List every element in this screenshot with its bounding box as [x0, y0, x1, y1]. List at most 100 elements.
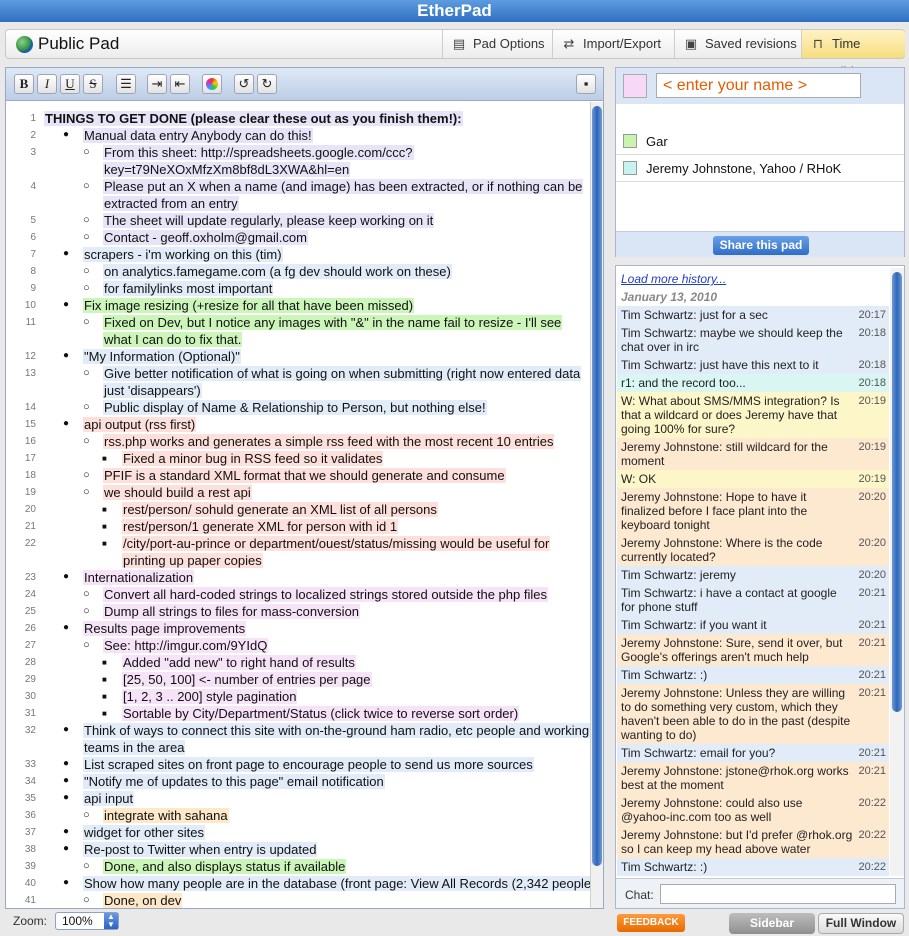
- redo-button[interactable]: ↻: [257, 74, 277, 94]
- share-pad-button[interactable]: Share this pad: [713, 236, 809, 255]
- editor-line[interactable]: we should build a rest api: [103, 484, 252, 501]
- document-icon: ▤: [452, 36, 466, 51]
- line-number: 8: [30, 266, 36, 277]
- zoom-select[interactable]: 100% ▲ ▼: [55, 912, 119, 930]
- bullet-icon: ○: [83, 401, 90, 413]
- editor-line[interactable]: on analytics.famegame.com (a fg dev shou…: [103, 263, 452, 280]
- editor-line[interactable]: api output (rss first): [83, 416, 197, 433]
- underline-button[interactable]: U: [60, 74, 80, 94]
- editor-line[interactable]: Re-post to Twitter when entry is updated: [83, 841, 318, 858]
- import-export-button[interactable]: ⇄ Import/Export: [552, 30, 671, 58]
- full-window-button[interactable]: Full Window: [818, 913, 904, 934]
- editor-line[interactable]: PFIF is a standard XML format that we sh…: [103, 467, 506, 484]
- editor-line[interactable]: Give better notification of what is goin…: [103, 365, 582, 399]
- editor-line[interactable]: [25, 50, 100] <- number of entries per p…: [122, 671, 372, 688]
- editor-line[interactable]: /city/port-au-prince or department/ouest…: [122, 535, 551, 569]
- editor-line[interactable]: integrate with sahana: [103, 807, 229, 824]
- bullet-icon: ●: [63, 622, 70, 633]
- editor-line[interactable]: rest/person/1 generate XML for person wi…: [122, 518, 399, 535]
- editor-line[interactable]: Done, and also displays status if availa…: [103, 858, 347, 875]
- editor-line[interactable]: From this sheet: http://spreadsheets.goo…: [103, 144, 414, 178]
- chat-message-time: 20:20: [858, 491, 886, 503]
- clear-authorship-button[interactable]: [202, 74, 222, 94]
- chat-message-time: 20:18: [858, 359, 886, 371]
- zoom-value: 100%: [62, 914, 93, 928]
- editor-line[interactable]: api input: [83, 790, 135, 807]
- chat-message: Tim Schwartz: i have a contact at google…: [617, 584, 889, 616]
- chat-message: W: OK 20:19: [617, 470, 889, 488]
- editor-line[interactable]: rest/person/ sohuld generate an XML list…: [122, 501, 438, 518]
- chat-message-time: 20:21: [858, 687, 886, 699]
- chat-message-time: 20:21: [858, 637, 886, 649]
- chat-scrollbar[interactable]: [890, 268, 904, 876]
- chat-scroll-thumb[interactable]: [892, 272, 902, 712]
- bullet-icon: ●: [63, 792, 70, 803]
- strikethrough-button[interactable]: S: [83, 74, 103, 94]
- bullet-icon: ●: [63, 843, 70, 854]
- editor-line[interactable]: Dump all strings to files for mass-conve…: [103, 603, 361, 620]
- editor-line[interactable]: Fix image resizing (+resize for all that…: [83, 297, 415, 314]
- undo-button[interactable]: ↺: [234, 74, 254, 94]
- editor-line[interactable]: Manual data entry Anybody can do this!: [83, 127, 313, 144]
- bullet-icon: ●: [63, 758, 70, 769]
- editor-line[interactable]: THINGS TO GET DONE (please clear these o…: [44, 110, 463, 127]
- save-revision-button[interactable]: ▪: [576, 74, 596, 94]
- bullet-icon: ○: [83, 146, 90, 158]
- chevron-updown-icon: ▲ ▼: [104, 913, 118, 929]
- editor-line[interactable]: Please put an X when a name (and image) …: [103, 178, 584, 212]
- editor-line[interactable]: Show how many people are in the database…: [83, 875, 590, 892]
- editor-line[interactable]: Internationalization: [83, 569, 195, 586]
- chat-message-time: 20:17: [858, 309, 886, 321]
- chat-input[interactable]: [660, 884, 896, 904]
- editor-line[interactable]: Fixed on Dev, but I notice any images wi…: [103, 314, 563, 348]
- editor-line[interactable]: Think of ways to connect this site with …: [83, 722, 590, 756]
- editor-line[interactable]: Sortable by City/Department/Status (clic…: [122, 705, 520, 722]
- line-number: 28: [24, 657, 36, 668]
- editor-line[interactable]: Contact - geoff.oxholm@gmail.com: [103, 229, 308, 246]
- editor-line[interactable]: [1, 2, 3 .. 200] style pagination: [122, 688, 298, 705]
- editor-line[interactable]: See: http://imgur.com/9YIdQ: [103, 637, 269, 654]
- editor-line[interactable]: "My Information (Optional)": [83, 348, 241, 365]
- editor-line[interactable]: List scraped sites on front page to enco…: [83, 756, 534, 773]
- editor-line[interactable]: Done, on dev: [103, 892, 183, 908]
- indent-button[interactable]: ⇥: [147, 74, 167, 94]
- editor-line[interactable]: widget for other sites: [83, 824, 205, 841]
- chat-message-time: 20:22: [858, 829, 886, 841]
- bullet-icon: ○: [83, 265, 90, 277]
- editor-scrollbar[interactable]: [590, 102, 603, 908]
- editor-line[interactable]: "Notify me of updates to this page" emai…: [83, 773, 385, 790]
- outdent-button[interactable]: ⇤: [170, 74, 190, 94]
- editor-line[interactable]: The sheet will update regularly, please …: [103, 212, 435, 229]
- sidebar-toggle-button[interactable]: Sidebar: [729, 913, 815, 934]
- chat-message-time: 20:21: [858, 765, 886, 777]
- italic-button[interactable]: I: [37, 74, 57, 94]
- line-number: 24: [24, 589, 36, 600]
- my-color-swatch[interactable]: [623, 74, 647, 98]
- line-number: 16: [24, 436, 36, 447]
- line-number: 6: [30, 232, 36, 243]
- editor-content[interactable]: 1 THINGS TO GET DONE (please clear these …: [6, 108, 590, 908]
- chat-message-time: 20:18: [858, 377, 886, 389]
- bullet-icon: ●: [63, 418, 70, 429]
- editor-line[interactable]: scrapers - i'm working on this (tim): [83, 246, 283, 263]
- pad-options-button[interactable]: ▤ Pad Options: [442, 30, 555, 58]
- editor-line[interactable]: Added "add new" to right hand of results: [122, 654, 356, 671]
- bullet-list-button[interactable]: ☰: [116, 74, 136, 94]
- load-more-history-link[interactable]: Load more history...: [621, 272, 726, 286]
- list-icon: ☰: [120, 76, 132, 91]
- chat-input-row: Chat:: [616, 878, 904, 908]
- editor-line[interactable]: for familylinks most important: [103, 280, 274, 297]
- bold-button[interactable]: B: [14, 74, 34, 94]
- name-input[interactable]: < enter your name >: [656, 73, 861, 98]
- editor-line[interactable]: Public display of Name & Relationship to…: [103, 399, 487, 416]
- editor-scroll-thumb[interactable]: [592, 106, 602, 866]
- feedback-button[interactable]: FEEDBACK: [617, 914, 685, 932]
- editor-line[interactable]: Results page improvements: [83, 620, 247, 637]
- saved-revisions-button[interactable]: ▣ Saved revisions: [674, 30, 807, 58]
- editor-line[interactable]: Convert all hard-coded strings to locali…: [103, 586, 548, 603]
- editor-line[interactable]: rss.php works and generates a simple rss…: [103, 433, 555, 450]
- chat-message-text: Tim Schwartz: jeremy: [621, 568, 736, 582]
- save-icon: ▣: [684, 36, 698, 51]
- time-slider-button[interactable]: ⊓Time Slider: [801, 30, 905, 79]
- editor-line[interactable]: Fixed a minor bug in RSS feed so it vali…: [122, 450, 384, 467]
